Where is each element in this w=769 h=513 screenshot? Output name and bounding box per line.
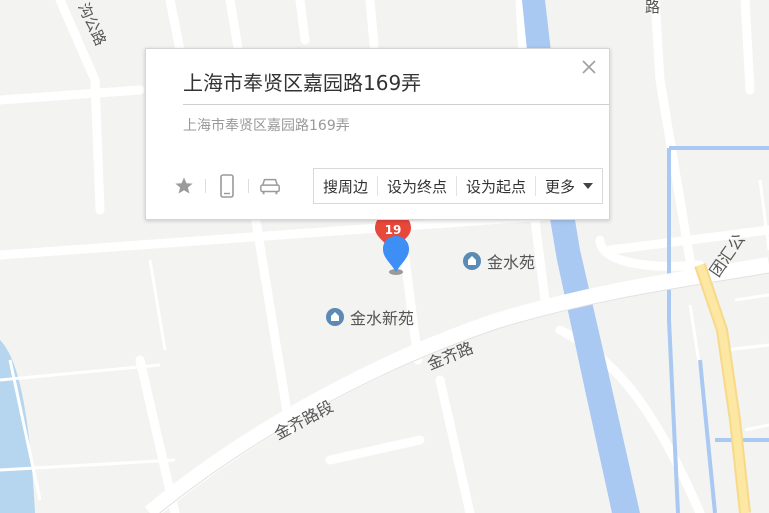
drive-route-button[interactable] <box>259 175 281 197</box>
road-label-top-right: 路 <box>645 0 660 16</box>
marker-badge: 19 <box>385 223 402 237</box>
send-to-phone-button[interactable] <box>216 174 238 198</box>
divider <box>248 179 249 193</box>
residence-icon <box>463 252 481 270</box>
poi-jinshuiyuan[interactable]: 金水苑 <box>463 252 535 272</box>
star-icon <box>175 177 193 194</box>
set-origin-button[interactable]: 设为起点 <box>457 176 535 197</box>
more-dropdown[interactable]: 更多 <box>536 176 602 197</box>
residence-icon <box>326 308 344 326</box>
search-nearby-button[interactable]: 搜周边 <box>314 176 377 197</box>
phone-icon <box>220 174 234 198</box>
divider <box>205 179 206 193</box>
chevron-down-icon <box>583 183 594 189</box>
car-icon <box>260 178 280 195</box>
action-bar: 搜周边 设为终点 设为起点 更多 <box>313 168 604 204</box>
place-title: 上海市奉贤区嘉园路169弄 <box>183 67 609 105</box>
poi-label: 金水新苑 <box>350 309 414 328</box>
more-label: 更多 <box>545 177 576 196</box>
info-window: 上海市奉贤区嘉园路169弄 上海市奉贤区嘉园路169弄 搜周边 设为终点 设为起… <box>145 48 610 220</box>
quick-actions <box>173 174 281 198</box>
close-icon[interactable] <box>581 59 597 75</box>
set-destination-button[interactable]: 设为终点 <box>378 176 456 197</box>
poi-label: 金水苑 <box>487 253 535 272</box>
favorite-button[interactable] <box>173 175 195 197</box>
place-address: 上海市奉贤区嘉园路169弄 <box>183 118 350 134</box>
